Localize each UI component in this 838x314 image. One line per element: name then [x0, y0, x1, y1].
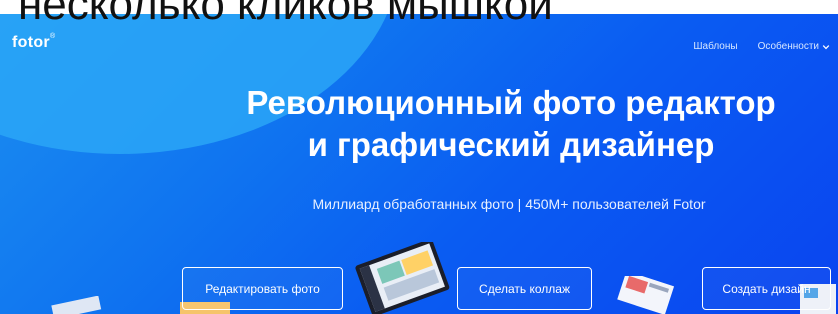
fotor-logo[interactable]: fotor® — [12, 32, 56, 52]
hero-title: Революционный фото редактор и графически… — [196, 82, 826, 166]
edit-photo-button[interactable]: Редактировать фото — [182, 267, 343, 310]
logo-registered-mark: ® — [49, 32, 56, 40]
chevron-down-icon — [822, 44, 830, 49]
overlay-caption-text: несколько кликов мышкой — [18, 0, 553, 29]
make-collage-button[interactable]: Сделать коллаж — [457, 267, 592, 310]
logo-text: fotor — [12, 34, 50, 51]
create-design-button[interactable]: Создать дизайн — [702, 267, 831, 310]
floating-card-illustration — [51, 296, 102, 314]
hero-title-line2: и графический дизайнер — [307, 126, 715, 163]
hero-subtitle: Миллиард обработанных фото | 450M+ польз… — [312, 196, 706, 212]
nav-features-label: Особенности — [757, 41, 819, 52]
create-design-button-label: Создать дизайн — [722, 281, 811, 296]
nav-templates[interactable]: Шаблоны — [693, 41, 737, 52]
floating-card-illustration — [617, 276, 675, 314]
nav-features[interactable]: Особенности — [758, 41, 830, 52]
make-collage-button-label: Сделать коллаж — [479, 281, 570, 296]
hero-banner: fotor® Шаблоны Особенности Революционный… — [0, 14, 838, 314]
laptop-illustration — [355, 242, 450, 314]
hero-title-line1: Революционный фото редактор — [246, 84, 776, 121]
top-nav: Шаблоны Особенности — [693, 41, 830, 52]
nav-templates-label: Шаблоны — [693, 41, 738, 52]
edit-photo-button-label: Редактировать фото — [205, 281, 320, 296]
